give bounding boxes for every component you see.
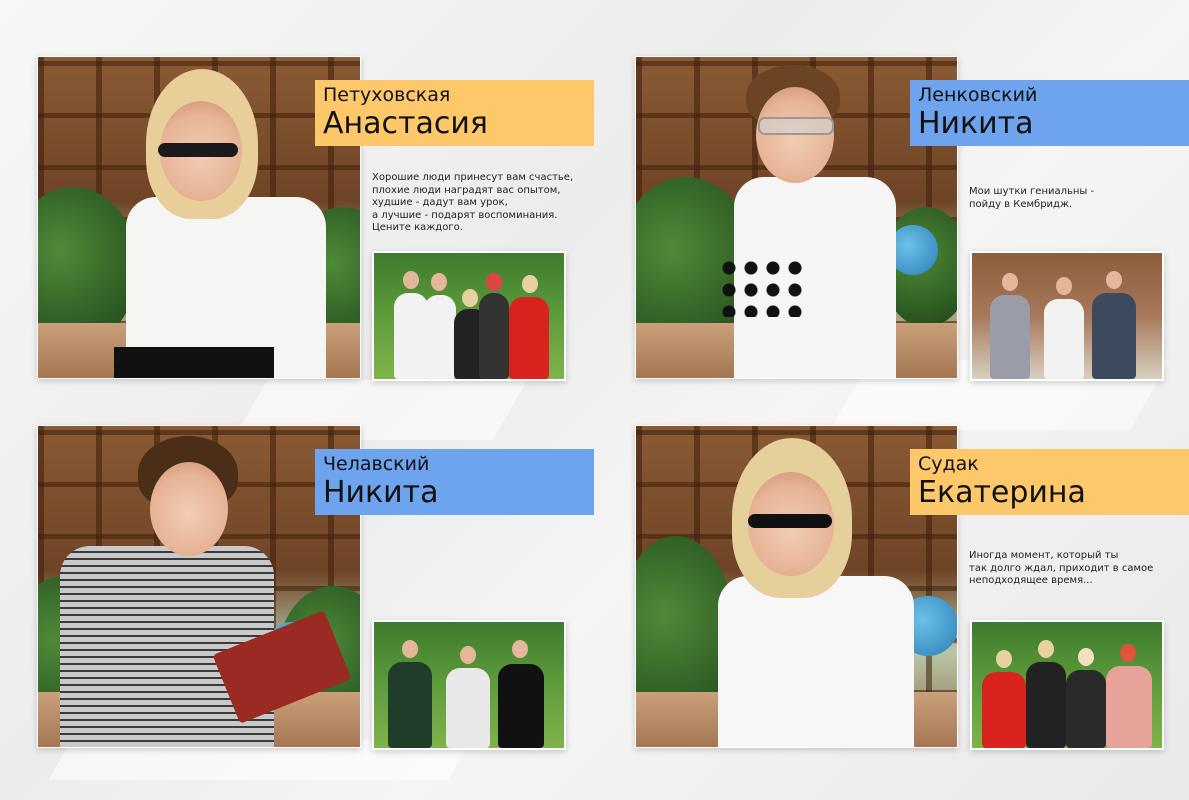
student-firstname: Анастасия [323,106,488,141]
student-surname: Челавский [323,453,430,475]
student-quote: Хорошие люди принесут вам счастье, плохи… [372,172,574,233]
student-surname: Ленковский [918,84,1038,106]
name-label: Ленковский Никита [910,80,1189,146]
student-portrait [37,425,361,748]
student-firstname: Екатерина [918,475,1086,510]
student-portrait [37,56,361,379]
student-firstname: Никита [918,106,1034,141]
name-label: Челавский Никита [315,449,594,515]
name-label: Судак Екатерина [910,449,1189,515]
group-photo [372,620,566,750]
group-photo [970,251,1164,381]
student-quote: Мои шутки гениальны - пойду в Кембридж. [969,186,1095,210]
student-surname: Судак [918,453,979,475]
student-firstname: Никита [323,475,439,510]
name-label: Петуховская Анастасия [315,80,594,146]
group-photo [372,251,566,381]
group-photo [970,620,1164,750]
student-quote: Иногда момент, который ты так долго ждал… [969,550,1154,586]
student-surname: Петуховская [323,84,451,106]
